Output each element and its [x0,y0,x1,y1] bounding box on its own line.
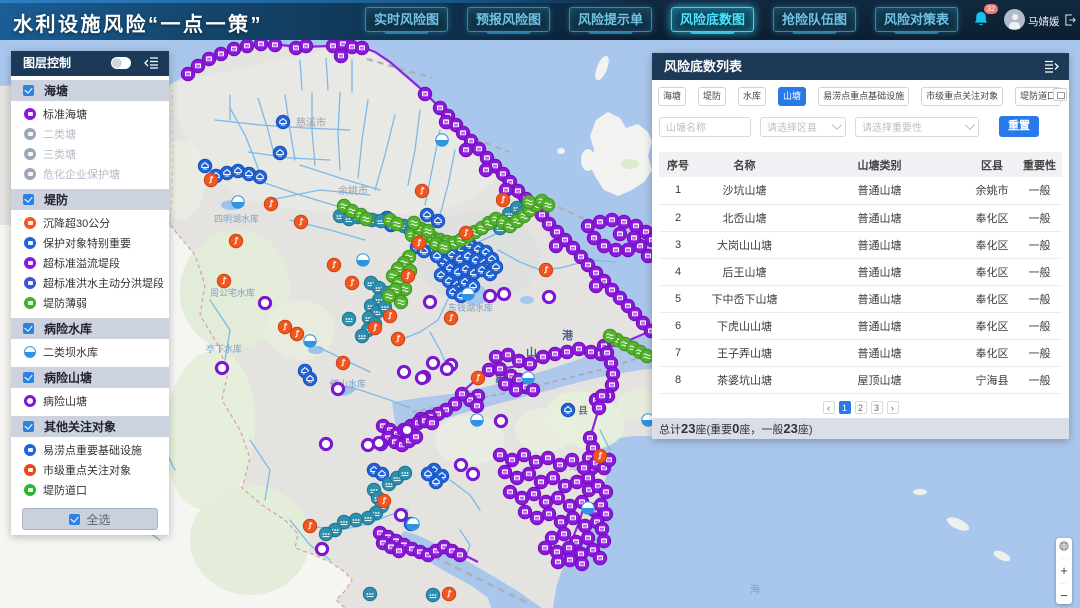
svg-text:周公宅水库: 周公宅水库 [210,287,255,298]
svg-text:东钱湖水库: 东钱湖水库 [448,302,493,313]
svg-text:亭下水库: 亭下水库 [206,343,242,354]
svg-text:四明湖水库: 四明湖水库 [214,213,259,224]
svg-text:山: 山 [526,345,537,359]
svg-text:余姚市: 余姚市 [338,184,368,197]
svg-text:海: 海 [750,583,760,596]
svg-text:县: 县 [578,405,588,417]
svg-text:慈溪市: 慈溪市 [296,116,326,129]
svg-text:港: 港 [562,328,574,342]
